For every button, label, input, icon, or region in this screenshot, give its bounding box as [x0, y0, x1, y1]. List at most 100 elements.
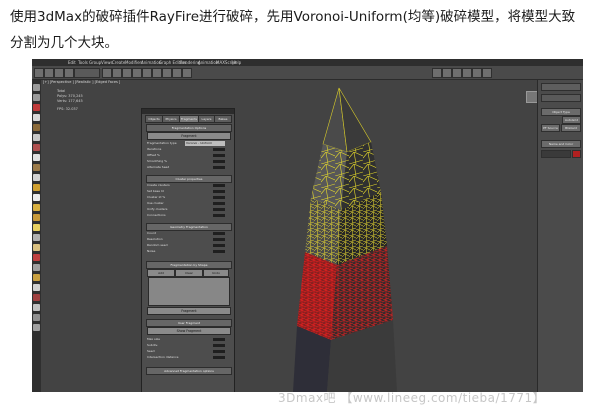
rollout-fragmentation-by-shape[interactable]: Fragmentation by Shape: [146, 261, 232, 269]
tool-icon[interactable]: [33, 264, 40, 271]
tool-icon[interactable]: [33, 174, 40, 181]
create-clusters-field[interactable]: [213, 184, 225, 187]
snap-icon[interactable]: [102, 68, 112, 78]
name-field[interactable]: [541, 150, 571, 158]
tool-icon[interactable]: [33, 314, 40, 321]
align-icon[interactable]: [132, 68, 142, 78]
tool-icon[interactable]: [33, 254, 40, 261]
tool-icon[interactable]: [33, 244, 40, 251]
material-editor-icon[interactable]: [162, 68, 172, 78]
seed-field[interactable]: [213, 166, 225, 169]
tool-icon[interactable]: [33, 114, 40, 121]
color-swatch[interactable]: [572, 150, 581, 158]
menu-item[interactable]: Group: [89, 59, 101, 66]
tool-icon[interactable]: [33, 194, 40, 201]
tool-icon[interactable]: [33, 134, 40, 141]
use-cluster-field[interactable]: [213, 202, 225, 205]
pf-source-button[interactable]: PF Source: [541, 124, 560, 132]
tool-icon[interactable]: [33, 184, 40, 191]
shape-list[interactable]: [148, 277, 230, 306]
frag-type-dropdown[interactable]: Voronoi - Uniform: [185, 141, 225, 146]
user-seed-field[interactable]: [213, 350, 225, 353]
rollout-cluster[interactable]: Cluster properties: [146, 175, 232, 183]
resolution-field[interactable]: [213, 238, 225, 241]
hierarchy-panel-icon[interactable]: [452, 68, 462, 78]
motion-panel-icon[interactable]: [462, 68, 472, 78]
rollout-fragmentation-options[interactable]: Fragmentation Options: [146, 124, 232, 132]
dialog-title-bar[interactable]: [142, 109, 234, 114]
menu-item[interactable]: Tools: [78, 59, 88, 66]
offset-field[interactable]: [213, 154, 225, 157]
tool-icon[interactable]: [33, 164, 40, 171]
category-dropdown[interactable]: [541, 94, 581, 102]
tool-icon[interactable]: [33, 104, 40, 111]
rollout-geometry-fragmentation[interactable]: Geometry Fragmentation: [146, 223, 232, 231]
render-icon[interactable]: [182, 68, 192, 78]
subdiv-field[interactable]: [213, 344, 225, 347]
selection-set-dropdown[interactable]: [74, 68, 100, 78]
tool-icon[interactable]: [33, 84, 40, 91]
tool-icon[interactable]: [33, 224, 40, 231]
tab-objects[interactable]: Objects: [145, 115, 163, 123]
tab-fragments[interactable]: Fragments: [179, 115, 199, 123]
curve-editor-icon[interactable]: [152, 68, 162, 78]
max-size-field[interactable]: [213, 338, 225, 341]
create-panel-icon[interactable]: [432, 68, 442, 78]
layer-icon[interactable]: [142, 68, 152, 78]
select-icon[interactable]: [34, 68, 44, 78]
menu-item[interactable]: Views: [101, 59, 113, 66]
object-dropdown[interactable]: [541, 83, 581, 91]
tool-icon[interactable]: [33, 304, 40, 311]
tab-physics[interactable]: Physics: [162, 115, 180, 123]
perspective-viewport[interactable]: [+] [Perspective ] [Realistic ] [Edged F…: [41, 80, 537, 392]
display-panel-icon[interactable]: [472, 68, 482, 78]
smoothing-field[interactable]: [213, 160, 225, 163]
fragment-button[interactable]: Fragment: [147, 132, 231, 140]
connections-field[interactable]: [213, 214, 225, 217]
angle-snap-icon[interactable]: [112, 68, 122, 78]
blizzard-button[interactable]: Blizzard: [561, 124, 581, 132]
count-field[interactable]: [213, 232, 225, 235]
move-icon[interactable]: [44, 68, 54, 78]
tool-icon[interactable]: [33, 144, 40, 151]
menu-item[interactable]: Create: [112, 59, 125, 66]
tool-icon[interactable]: [33, 284, 40, 291]
name-color-rollout[interactable]: Name and Color: [541, 140, 581, 148]
tool-icon[interactable]: [33, 214, 40, 221]
tool-icon[interactable]: [33, 94, 40, 101]
clear-button[interactable]: Clear: [175, 269, 203, 277]
undo-button[interactable]: Undo: [203, 269, 229, 277]
menu-item[interactable]: Help: [232, 59, 241, 66]
connections-label: Connections: [147, 213, 166, 217]
rotate-icon[interactable]: [54, 68, 64, 78]
tab-bakes[interactable]: Bakes: [214, 115, 232, 123]
tool-icon[interactable]: [33, 234, 40, 241]
rollout-user-fragment[interactable]: User Fragment: [146, 319, 232, 327]
tool-icon[interactable]: [33, 324, 40, 331]
autogrid-checkbox[interactable]: AutoGrid: [562, 116, 581, 124]
cluster-id-field[interactable]: [213, 196, 225, 199]
tool-icon[interactable]: [33, 274, 40, 281]
scale-icon[interactable]: [64, 68, 74, 78]
render-setup-icon[interactable]: [172, 68, 182, 78]
fragment-by-shape-button[interactable]: Fragment: [147, 307, 231, 315]
add-button[interactable]: Add: [147, 269, 175, 277]
noise-field[interactable]: [213, 250, 225, 253]
iterations-field[interactable]: [213, 148, 225, 151]
unify-clusters-field[interactable]: [213, 208, 225, 211]
object-type-rollout[interactable]: Object Type: [541, 108, 581, 116]
tool-icon[interactable]: [33, 294, 40, 301]
intersection-field[interactable]: [213, 356, 225, 359]
mirror-icon[interactable]: [122, 68, 132, 78]
tool-icon[interactable]: [33, 124, 40, 131]
utilities-panel-icon[interactable]: [482, 68, 492, 78]
show-fragment-button[interactable]: Show Fragment: [147, 327, 231, 335]
random-seed-field[interactable]: [213, 244, 225, 247]
modify-panel-icon[interactable]: [442, 68, 452, 78]
base-id-field[interactable]: [213, 190, 225, 193]
menu-item[interactable]: Edit: [68, 59, 76, 66]
rollout-advanced[interactable]: Advanced Fragmentation options: [146, 367, 232, 375]
tool-icon[interactable]: [33, 204, 40, 211]
tool-icon[interactable]: [33, 154, 40, 161]
tab-layers[interactable]: Layers: [198, 115, 215, 123]
